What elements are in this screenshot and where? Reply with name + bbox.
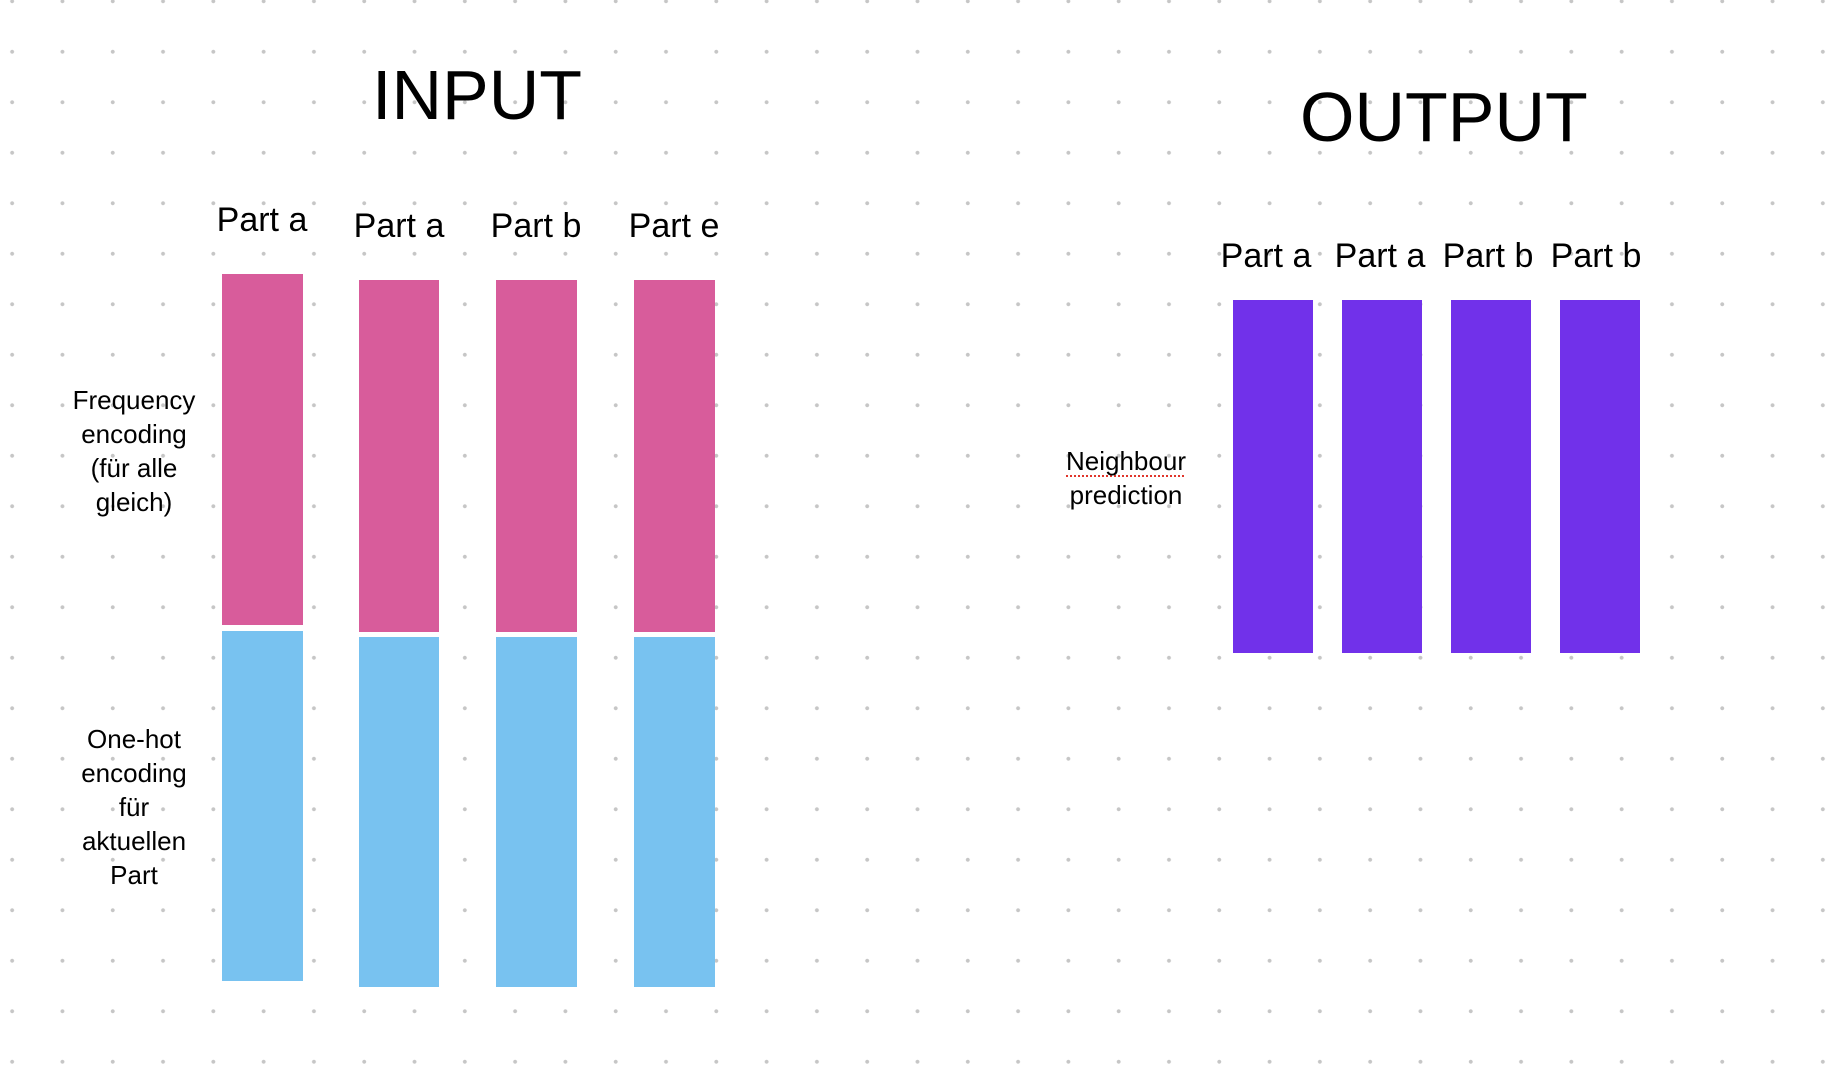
onehot-encoding-block[interactable] (222, 631, 303, 981)
frequency-encoding-label-line: gleich) (95, 487, 173, 517)
neighbour-prediction-label: Neighbour prediction (1046, 444, 1206, 512)
frequency-encoding-label-line: (für alle (90, 453, 178, 483)
output-prediction-block[interactable] (1560, 300, 1640, 653)
onehot-encoding-label-line: encoding (81, 758, 187, 788)
input-column-label: Part a (216, 201, 308, 239)
neighbour-prediction-label-line: prediction (1069, 480, 1183, 510)
neighbour-prediction-label-line: Neighbour (1066, 446, 1186, 476)
onehot-encoding-label: One-hot encoding für aktuellen Part (54, 722, 214, 892)
output-prediction-block[interactable] (1233, 300, 1313, 653)
frequency-encoding-label-line: Frequency (72, 385, 196, 415)
input-column-label: Part b (490, 207, 582, 245)
output-title: OUTPUT (1300, 78, 1588, 156)
onehot-encoding-label-line: für (118, 792, 150, 822)
output-column-label: Part a (1220, 237, 1312, 275)
frequency-encoding-block[interactable] (222, 274, 303, 625)
onehot-encoding-label-line: aktuellen (81, 826, 187, 856)
output-column-label: Part a (1334, 237, 1426, 275)
frequency-encoding-label: Frequency encoding (für alle gleich) (54, 383, 214, 519)
onehot-encoding-block[interactable] (359, 637, 439, 987)
output-column-label: Part b (1442, 237, 1534, 275)
frequency-encoding-block[interactable] (359, 280, 439, 632)
input-column-label: Part a (353, 207, 445, 245)
onehot-encoding-label-line: Part (110, 860, 158, 890)
frequency-encoding-block[interactable] (634, 280, 715, 632)
output-column-label: Part b (1550, 237, 1642, 275)
onehot-encoding-block[interactable] (634, 637, 715, 987)
onehot-encoding-label-line: One-hot (87, 724, 181, 754)
output-prediction-block[interactable] (1342, 300, 1422, 653)
output-prediction-block[interactable] (1451, 300, 1531, 653)
frequency-encoding-block[interactable] (496, 280, 577, 632)
frequency-encoding-label-line: encoding (81, 419, 187, 449)
onehot-encoding-block[interactable] (496, 637, 577, 987)
input-column-label: Part e (628, 207, 720, 245)
diagram-canvas: INPUT Part a Part a Part b Part e Freque… (0, 0, 1840, 1092)
input-title: INPUT (372, 56, 582, 134)
